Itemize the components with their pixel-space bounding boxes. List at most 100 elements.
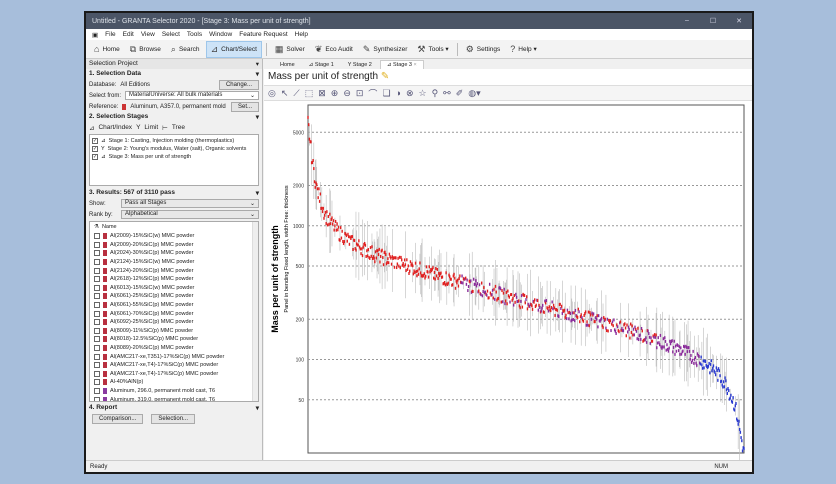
data-point[interactable] [464,276,467,280]
data-point[interactable] [447,281,449,285]
data-point[interactable] [651,339,654,343]
data-point[interactable] [625,334,627,338]
data-point[interactable] [724,376,726,380]
data-point[interactable] [310,140,312,144]
item-checkbox[interactable] [94,387,100,394]
data-point[interactable] [672,350,674,354]
data-point[interactable] [445,271,447,275]
data-point[interactable] [409,260,412,264]
zoom-out-icon[interactable]: ⊖ [343,88,351,99]
star-icon[interactable]: ☆ [419,88,427,99]
data-point[interactable] [323,216,325,220]
data-point[interactable] [399,266,401,270]
data-point[interactable] [729,396,731,400]
data-point[interactable] [709,371,711,375]
data-point[interactable] [566,308,569,312]
data-point[interactable] [456,278,459,282]
section-report[interactable]: 4. Report [89,404,117,412]
data-point[interactable] [657,336,659,340]
data-point[interactable] [636,337,638,341]
item-checkbox[interactable] [94,267,100,274]
stage-checkbox[interactable]: ✓ [92,146,98,152]
data-point[interactable] [348,242,351,246]
data-point[interactable] [663,345,665,349]
data-point[interactable] [668,346,670,350]
data-point[interactable] [312,158,314,162]
data-point[interactable] [488,282,491,286]
data-point[interactable] [441,275,444,279]
data-point[interactable] [403,258,406,262]
data-point[interactable] [432,266,434,270]
data-point[interactable] [664,336,666,340]
data-point[interactable] [520,294,523,298]
data-point[interactable] [692,349,694,353]
data-point[interactable] [675,349,678,353]
data-point[interactable] [672,345,675,349]
help-button[interactable]: ? Help ▾ [506,41,540,58]
list-item[interactable]: Al(2024)-30%SiC(p) MMC powder [90,249,258,258]
data-point[interactable] [494,284,497,288]
tab-stage-3[interactable]: ⊿ Stage 3 × [379,60,424,69]
data-point[interactable] [521,305,524,309]
data-point[interactable] [402,262,404,266]
data-point[interactable] [404,263,407,267]
item-checkbox[interactable] [94,370,100,377]
data-point[interactable] [324,210,327,214]
data-point[interactable] [550,309,552,313]
section-results[interactable]: 3. Results: 567 of 3110 pass [89,189,175,197]
data-point[interactable] [427,275,430,279]
data-point[interactable] [698,354,700,358]
line-select-icon[interactable]: ⟋ [293,88,299,99]
data-point[interactable] [711,369,713,373]
chart-select-button[interactable]: ⊿ Chart/Select [205,40,262,58]
item-checkbox[interactable] [94,319,100,326]
data-point[interactable] [515,295,518,299]
list-item[interactable]: Al(6013)-15%SiC(w) MMC powder [90,284,258,293]
data-point[interactable] [502,291,505,295]
selection-button[interactable]: Selection... [151,413,196,424]
link-icon[interactable]: ⚯ [443,88,451,99]
data-point[interactable] [425,265,428,269]
data-point[interactable] [615,331,617,335]
list-item[interactable]: Al(8089)-20%SiC(p) MMC powder [90,344,258,353]
data-point[interactable] [586,320,588,324]
data-point[interactable] [355,248,357,252]
list-item[interactable]: Al(6061)-70%SiC(p) MMC powder [90,309,258,318]
data-point[interactable] [602,326,604,330]
data-point[interactable] [526,307,529,311]
data-point[interactable] [717,378,719,382]
results-scrollbar[interactable] [252,222,258,401]
data-point[interactable] [375,256,378,260]
data-point[interactable] [505,290,508,294]
item-checkbox[interactable] [94,302,100,309]
menu-help[interactable]: Help [295,31,308,38]
data-point[interactable] [703,366,705,370]
data-point[interactable] [548,305,550,309]
data-point[interactable] [661,345,664,349]
curve-icon[interactable]: ⌒ [368,87,377,100]
change-button[interactable]: Change... [218,79,259,90]
data-point[interactable] [569,312,572,316]
menu-view[interactable]: View [141,31,155,38]
data-point[interactable] [497,296,500,300]
data-point[interactable] [514,300,516,304]
data-point[interactable] [369,246,372,250]
box-select-icon[interactable]: ⬚ [305,88,314,99]
menu-window[interactable]: Window [209,31,232,38]
data-point[interactable] [466,278,468,282]
data-point[interactable] [590,317,593,321]
data-point[interactable] [741,439,743,443]
data-point[interactable] [740,436,742,440]
data-point[interactable] [708,361,710,365]
data-point[interactable] [648,332,650,336]
data-point[interactable] [351,235,354,239]
data-point[interactable] [641,329,643,333]
tab-close-icon[interactable]: × [412,62,416,68]
data-point[interactable] [453,272,455,276]
data-point[interactable] [709,362,712,366]
data-point[interactable] [576,315,579,319]
data-point[interactable] [334,224,336,228]
data-point[interactable] [414,271,416,275]
data-point[interactable] [374,250,377,254]
data-point[interactable] [573,319,576,323]
